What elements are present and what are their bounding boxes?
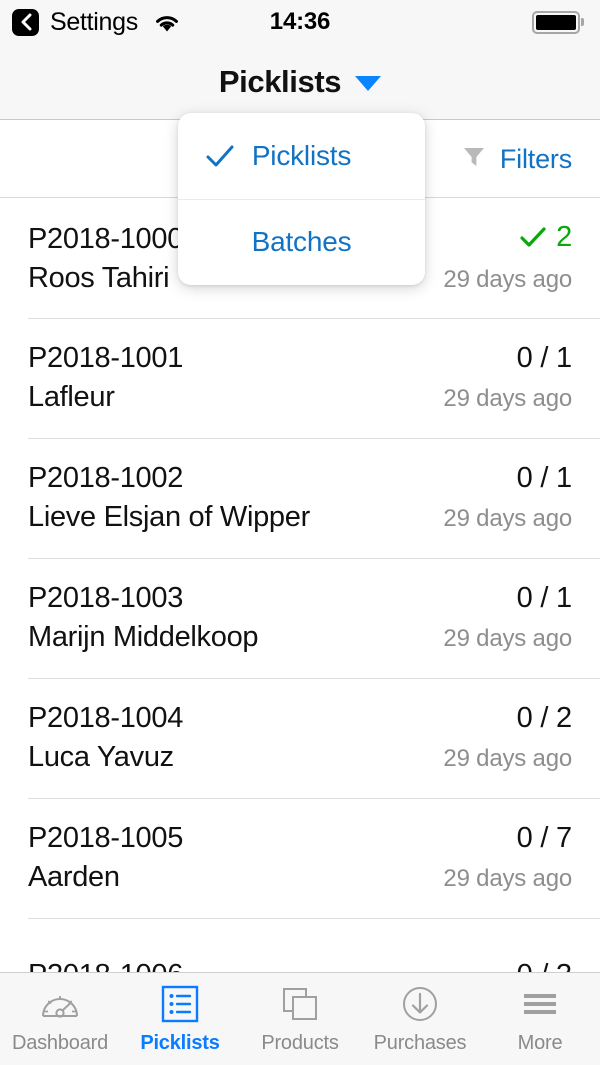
picklist-code: P2018-1002 bbox=[28, 462, 184, 494]
picklist-progress: 0 / 7 bbox=[516, 822, 573, 854]
picklist-code: P2018-1000 bbox=[28, 223, 184, 256]
dropdown-item-label: Picklists bbox=[251, 140, 352, 171]
tab-label: Picklists bbox=[140, 1032, 220, 1054]
battery-indicator bbox=[532, 10, 584, 34]
picklist-progress: 0 / 3 bbox=[517, 959, 573, 973]
hamburger-icon bbox=[520, 983, 560, 1025]
picklist-progress: 0 / 1 bbox=[516, 342, 573, 374]
picklist-code: P2018-1006 bbox=[28, 959, 183, 973]
tab-more[interactable]: More bbox=[480, 973, 600, 1065]
row-primary-line: P2018-1001 0 / 1 bbox=[28, 342, 572, 375]
bottom-tab-bar: Dashboard Picklists Products Purchases M… bbox=[0, 972, 600, 1065]
tab-label: Dashboard bbox=[11, 1032, 109, 1054]
chevron-down-icon bbox=[355, 76, 382, 91]
filters-label: Filters bbox=[499, 143, 572, 174]
table-row[interactable]: P2018-1005 0 / 7 Aarden 29 days ago bbox=[0, 798, 600, 918]
picklist-code: P2018-1001 bbox=[28, 342, 184, 374]
checkmark-icon bbox=[205, 144, 235, 168]
battery-nub bbox=[581, 18, 584, 26]
gauge-icon bbox=[40, 983, 80, 1025]
navigation-bar: Picklists bbox=[0, 44, 600, 120]
row-primary-line: P2018-1004 0 / 2 bbox=[28, 702, 572, 735]
battery-level-fill bbox=[536, 14, 576, 30]
row-secondary-line: Lieve Elsjan of Wipper 29 days ago bbox=[28, 501, 572, 534]
row-secondary-line: Luca Yavuz 29 days ago bbox=[28, 741, 572, 774]
picklist-customer: Roos Tahiri bbox=[28, 262, 170, 295]
table-row[interactable]: P2018-1001 0 / 1 Lafleur 29 days ago bbox=[0, 318, 600, 438]
picklist-customer: Luca Yavuz bbox=[28, 741, 174, 773]
picklist-progress: 0 / 1 bbox=[516, 462, 573, 494]
tab-label: More bbox=[517, 1032, 563, 1054]
row-primary-line: P2018-1002 0 / 1 bbox=[28, 462, 572, 495]
page-title: Picklists bbox=[218, 63, 342, 99]
picklist-progress-value: 2 bbox=[556, 220, 572, 253]
tab-products[interactable]: Products bbox=[240, 973, 360, 1065]
table-row[interactable]: P2018-1002 0 / 1 Lieve Elsjan of Wipper … bbox=[0, 438, 600, 558]
picklist-progress: 0 / 1 bbox=[516, 582, 573, 614]
view-switch-dropdown-menu[interactable]: Picklists Batches bbox=[178, 113, 425, 285]
dropdown-item-picklists[interactable]: Picklists bbox=[178, 113, 425, 199]
tab-dashboard[interactable]: Dashboard bbox=[0, 973, 120, 1065]
picklist-timestamp: 29 days ago bbox=[443, 625, 572, 652]
title-dropdown-toggle[interactable]: Picklists bbox=[218, 63, 382, 100]
funnel-icon bbox=[461, 144, 487, 175]
filters-button[interactable]: Filters bbox=[461, 144, 572, 175]
picklist-timestamp: 29 days ago bbox=[443, 385, 572, 412]
picklist-code: P2018-1004 bbox=[28, 702, 184, 734]
picklist-customer: Aarden bbox=[28, 861, 120, 893]
table-row[interactable]: P2018-1004 0 / 2 Luca Yavuz 29 days ago bbox=[0, 678, 600, 798]
picklist-code: P2018-1005 bbox=[28, 822, 184, 854]
dropdown-item-label: Batches bbox=[251, 226, 352, 257]
table-row[interactable]: P2018-1003 0 / 1 Marijn Middelkoop 29 da… bbox=[0, 558, 600, 678]
picklist-progress: 2 bbox=[519, 221, 572, 254]
status-bar: Settings 14:36 bbox=[0, 0, 600, 44]
table-row[interactable]: P2018-1006 0 / 3 bbox=[0, 918, 600, 972]
tab-label: Products bbox=[261, 1032, 339, 1054]
list-square-icon bbox=[161, 983, 199, 1025]
battery-full-icon bbox=[532, 10, 580, 34]
boxes-icon bbox=[280, 983, 320, 1025]
row-primary-line: P2018-1003 0 / 1 bbox=[28, 582, 572, 615]
picklist-timestamp: 29 days ago bbox=[443, 505, 572, 532]
picklists-list[interactable]: P2018-1000 2 Roos Tahiri 29 days ago P20… bbox=[0, 198, 600, 972]
download-circle-icon bbox=[401, 983, 439, 1025]
picklist-progress: 0 / 2 bbox=[516, 702, 573, 734]
picklist-timestamp: 29 days ago bbox=[443, 865, 572, 892]
row-primary-line: P2018-1005 0 / 7 bbox=[28, 822, 572, 855]
checkmark-icon bbox=[520, 227, 546, 247]
picklist-customer: Lafleur bbox=[28, 381, 115, 413]
tab-label: Purchases bbox=[373, 1032, 467, 1054]
app-screen: Settings 14:36 Picklists Filters P2018-1… bbox=[0, 0, 600, 1065]
picklist-timestamp: 29 days ago bbox=[443, 266, 572, 294]
picklist-customer: Lieve Elsjan of Wipper bbox=[28, 501, 310, 533]
row-secondary-line: Aarden 29 days ago bbox=[28, 861, 572, 894]
status-bar-clock: 14:36 bbox=[269, 8, 331, 35]
picklist-timestamp: 29 days ago bbox=[443, 745, 572, 772]
row-primary-line: P2018-1006 0 / 3 bbox=[28, 959, 572, 973]
row-secondary-line: Marijn Middelkoop 29 days ago bbox=[28, 621, 572, 654]
dropdown-item-batches[interactable]: Batches bbox=[178, 199, 425, 285]
picklist-customer: Marijn Middelkoop bbox=[28, 621, 259, 653]
tab-purchases[interactable]: Purchases bbox=[360, 973, 480, 1065]
row-secondary-line: Lafleur 29 days ago bbox=[28, 381, 572, 414]
tab-picklists[interactable]: Picklists bbox=[120, 973, 240, 1065]
picklist-code: P2018-1003 bbox=[28, 582, 184, 614]
